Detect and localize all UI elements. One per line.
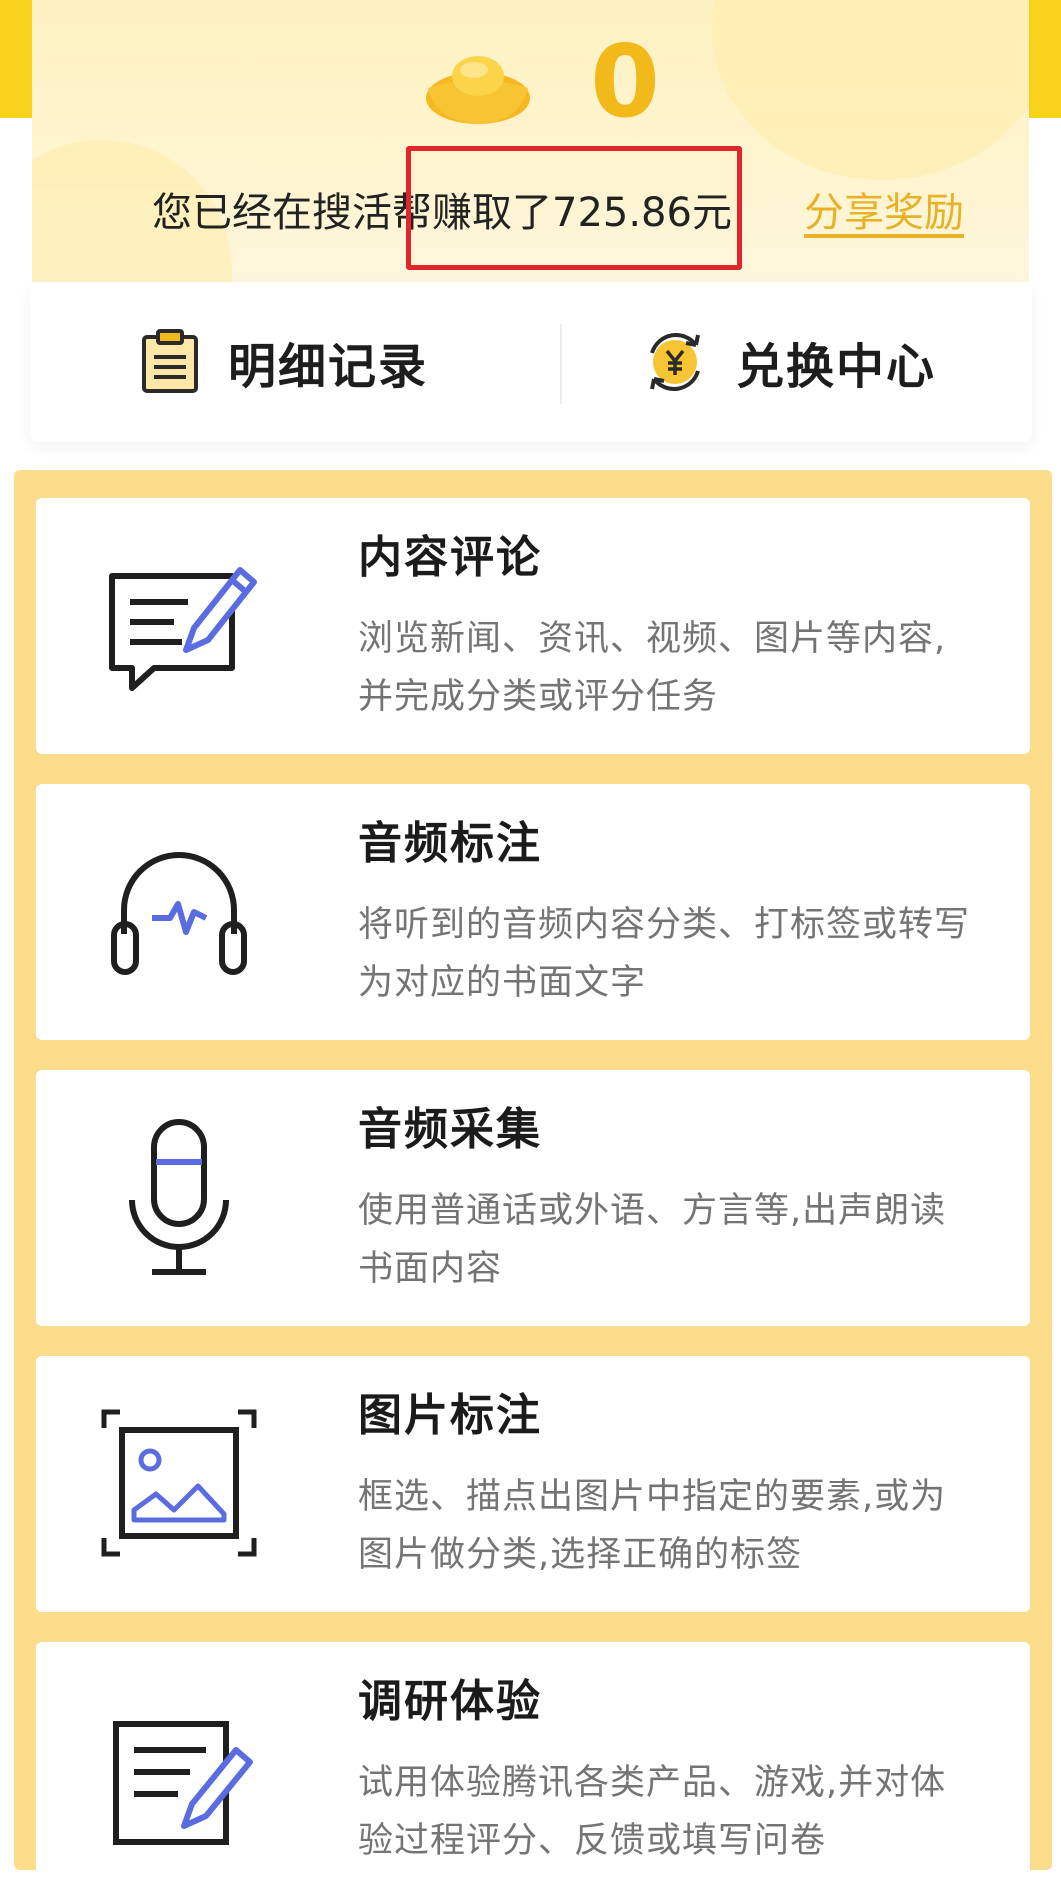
task-description-line: 将听到的音频内容分类、打标签或转写 (358, 905, 971, 945)
earned-prefix: 您已经在搜活帮 (152, 190, 432, 236)
task-title: 图片标注 (358, 1390, 542, 1441)
comment-edit-icon (109, 567, 257, 691)
yuan-exchange-icon (650, 333, 700, 391)
action-divider (560, 324, 562, 404)
action-bar: 明细记录 兑换中心 (30, 282, 1032, 442)
task-description: 将听到的音频内容分类、打标签或转写 为对应的书面文字 (358, 896, 1018, 1012)
task-description-line: 并完成分类或评分任务 (358, 677, 719, 717)
task-title: 调研体验 (358, 1676, 542, 1727)
highlight-box (406, 146, 742, 270)
exchange-center-button[interactable]: 兑换中心 (642, 282, 936, 442)
task-description-line: 为对应的书面文字 (358, 963, 647, 1003)
microphone-icon (129, 1119, 229, 1275)
task-description-line: 验过程评分、反馈或填写问卷 (358, 1821, 827, 1861)
share-reward-link[interactable]: 分享奖励 (804, 178, 964, 248)
task-description: 试用体验腾讯各类产品、游戏,并对体 验过程评分、反馈或填写问卷 (358, 1754, 1018, 1870)
task-card-audio-collection[interactable]: 音频采集 使用普通话或外语、方言等,出声朗读 书面内容 (36, 1070, 1030, 1326)
task-card-survey[interactable]: 调研体验 试用体验腾讯各类产品、游戏,并对体 验过程评分、反馈或填写问卷 (36, 1642, 1030, 1898)
image-annotate-icon (101, 1409, 257, 1557)
exchange-center-label: 兑换中心 (736, 339, 937, 395)
task-card-audio-annotation[interactable]: 音频标注 将听到的音频内容分类、打标签或转写 为对应的书面文字 (36, 784, 1030, 1040)
task-description-line: 书面内容 (358, 1249, 503, 1289)
task-description-line: 框选、描点出图片中指定的要素,或为 (358, 1477, 947, 1517)
task-description-line: 使用普通话或外语、方言等,出声朗读 (358, 1191, 947, 1231)
task-title: 音频标注 (358, 818, 542, 869)
task-title: 音频采集 (358, 1104, 542, 1155)
coin-count: 0 (590, 23, 660, 140)
detail-records-button[interactable]: 明细记录 (140, 282, 428, 442)
clipboard-icon (142, 329, 198, 393)
left-yellow-edge (0, 0, 32, 118)
bg-bubble (712, 0, 1029, 180)
task-description-line: 试用体验腾讯各类产品、游戏,并对体 (358, 1763, 947, 1803)
gold-ingot-icon (426, 56, 530, 124)
headphones-icon (111, 852, 247, 975)
task-description-line: 图片做分类,选择正确的标签 (358, 1535, 803, 1575)
task-description-line: 浏览新闻、资讯、视频、图片等内容, (358, 619, 947, 659)
task-description: 浏览新闻、资讯、视频、图片等内容, 并完成分类或评分任务 (358, 610, 1018, 726)
task-description: 使用普通话或外语、方言等,出声朗读 书面内容 (358, 1182, 1018, 1298)
detail-records-label: 明细记录 (228, 339, 429, 395)
task-card-content-review[interactable]: 内容评论 浏览新闻、资讯、视频、图片等内容, 并完成分类或评分任务 (36, 498, 1030, 754)
right-yellow-edge (1029, 0, 1061, 118)
survey-edit-icon (113, 1721, 253, 1845)
task-description: 框选、描点出图片中指定的要素,或为 图片做分类,选择正确的标签 (358, 1468, 1018, 1584)
task-title: 内容评论 (358, 532, 542, 583)
task-card-image-annotation[interactable]: 图片标注 框选、描点出图片中指定的要素,或为 图片做分类,选择正确的标签 (36, 1356, 1030, 1612)
task-list-panel: 内容评论 浏览新闻、资讯、视频、图片等内容, 并完成分类或评分任务 音频标注 将听… (14, 470, 1052, 1898)
